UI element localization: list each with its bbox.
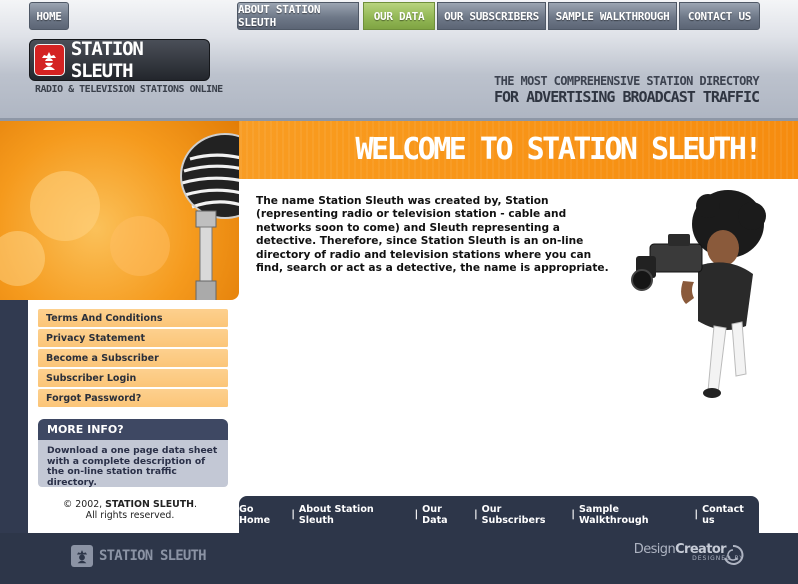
copyright-line1: © 2002, STATION SLEUTH. [40,499,220,510]
footer-separator: | [571,509,575,520]
tagline-line1: THE MOST COMPREHENSIVE STATION DIRECTORY [494,74,760,88]
footer-separator: | [474,509,478,520]
main-nav: ABOUT STATION SLEUTH OUR DATA OUR SUBSCR… [237,0,760,32]
copyright-prefix: © 2002, [62,499,106,510]
footer-separator: | [414,509,419,520]
nav-contact-button[interactable]: CONTACT US [679,2,760,30]
footer-link-subscribers[interactable]: Our Subscribers [482,504,568,526]
sidebar-link-terms[interactable]: Terms And Conditions [38,309,228,328]
bokeh-light [110,216,170,276]
nav-walkthrough-button[interactable]: SAMPLE WALKTHROUGH [548,2,677,30]
more-info-download-link[interactable]: Download a one page data sheet with a co… [38,440,228,487]
nav-our-data-button[interactable]: OUR DATA [363,2,435,30]
designer-swirl-icon [724,544,744,565]
nav-about-button[interactable]: ABOUT STATION SLEUTH [237,2,359,30]
welcome-title: WELCOME TO STATION SLEUTH! [355,132,762,167]
footer-separator: | [694,509,699,520]
nav-subscribers-button[interactable]: OUR SUBSCRIBERS [437,2,546,30]
nav-home-button[interactable]: HOME [29,2,69,30]
sidebar-link-privacy[interactable]: Privacy Statement [38,329,228,348]
copyright-brand: STATION SLEUTH [105,499,195,510]
microphone-image [0,121,239,300]
footer-logo[interactable]: STATION SLEUTH [71,545,207,567]
footer-link-walkthrough[interactable]: Sample Walkthrough [579,504,691,526]
microphone-icon [180,133,239,300]
footer-logo-text: STATION SLEUTH [99,548,207,564]
more-info-title: MORE INFO? [38,419,228,440]
detective-icon [71,545,93,567]
cameraman-image [631,190,766,398]
logo-subtitle: RADIO & TELEVISION STATIONS ONLINE [35,84,223,95]
tagline-line2: FOR ADVERTISING BROADCAST TRAFFIC [493,88,760,106]
footer-link-about[interactable]: About Station Sleuth [299,504,411,526]
bokeh-light [0,231,45,286]
sidebar-link-become-subscriber[interactable]: Become a Subscriber [38,349,228,368]
detective-icon [34,44,65,76]
footer-link-contact[interactable]: Contact us [702,504,759,526]
logo[interactable]: STATION SLEUTH [29,38,210,82]
intro-text: The name Station Sleuth was created by, … [256,195,609,275]
footer-link-home[interactable]: Go Home [239,504,287,526]
copyright-suffix: . [194,499,198,510]
sidebar-bottom-corner [28,520,239,533]
header: HOME ABOUT STATION SLEUTH OUR DATA OUR S… [0,0,798,121]
bokeh-light [30,171,100,241]
footer-nav: Go Home | About Station Sleuth | Our Dat… [239,496,759,533]
left-frame [0,300,28,533]
copyright: © 2002, STATION SLEUTH. All rights reser… [40,499,220,521]
sidebar-link-forgot-password[interactable]: Forgot Password? [38,389,228,408]
designer-name-a: Design [633,542,676,557]
footer-separator: | [291,509,295,520]
footer-link-our-data[interactable]: Our Data [422,504,470,526]
sidebar-link-subscriber-login[interactable]: Subscriber Login [38,369,228,388]
logo-name: STATION SLEUTH [70,38,144,82]
